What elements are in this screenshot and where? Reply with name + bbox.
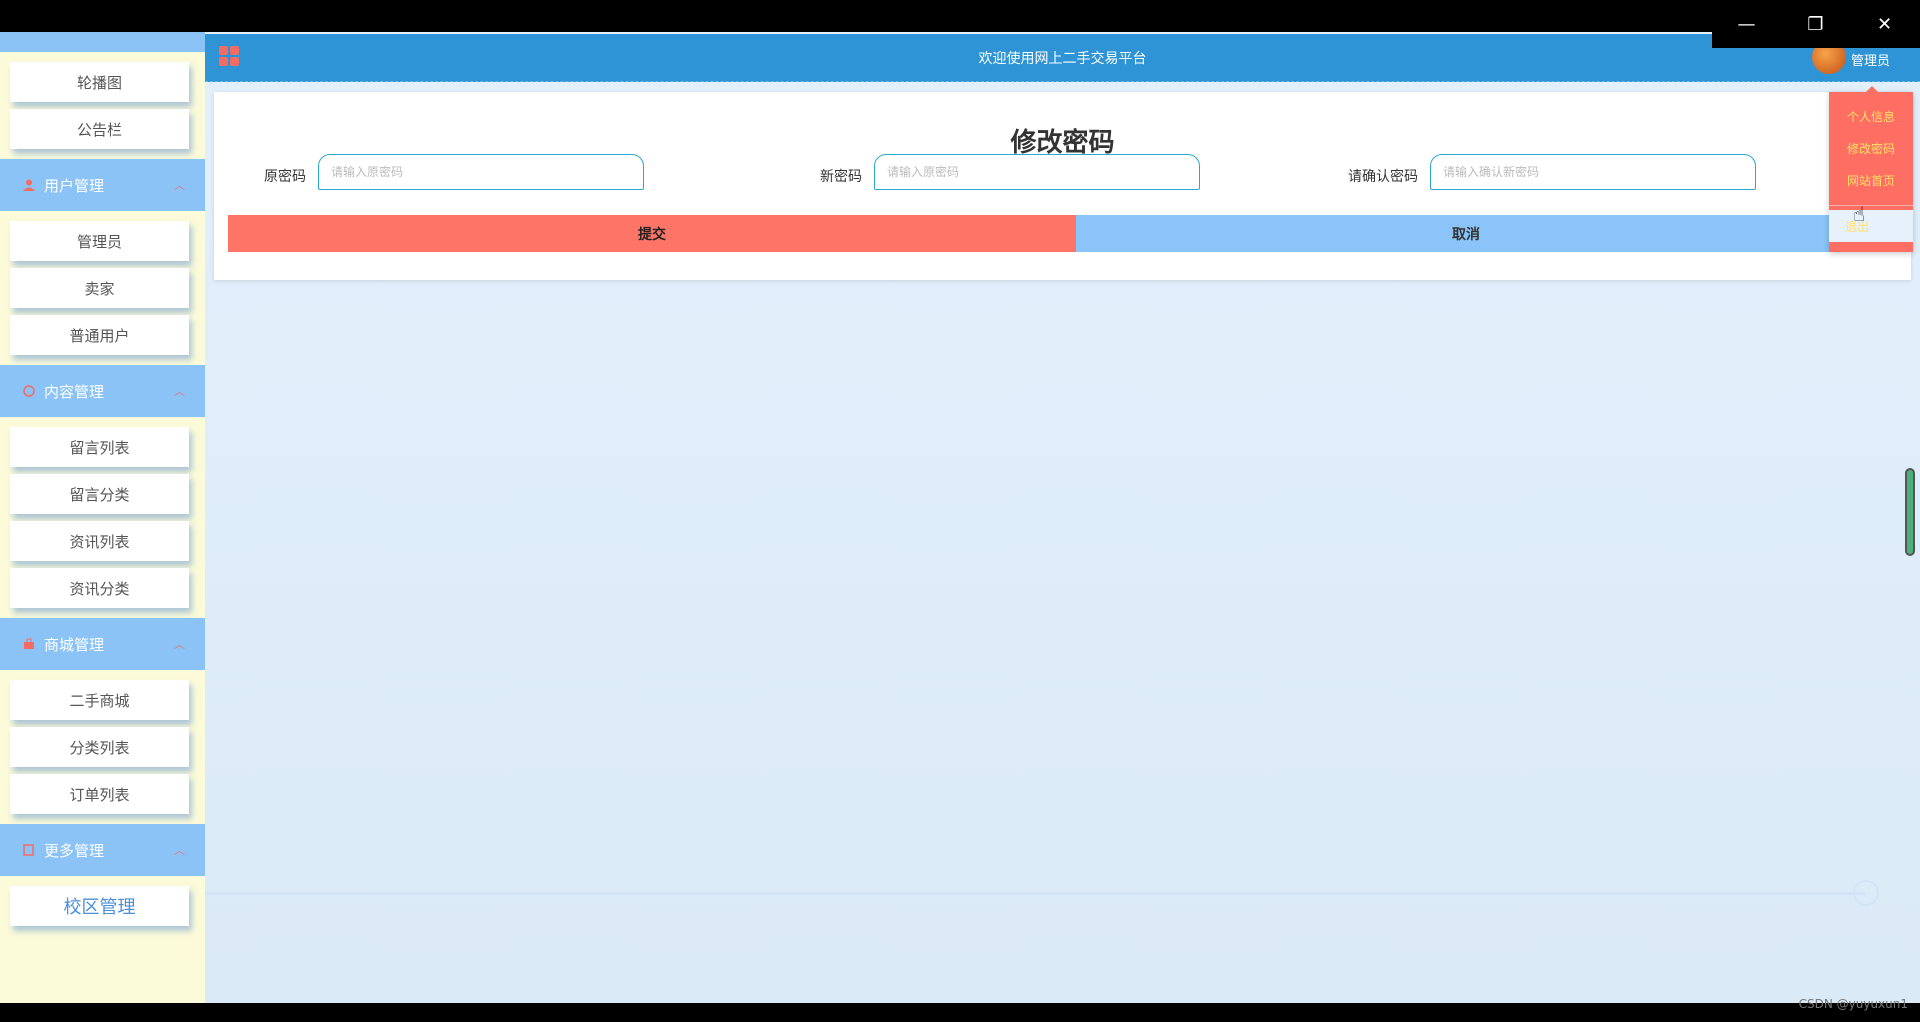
user-name[interactable]: 管理员 — [1851, 50, 1890, 69]
sidebar-item-news-list[interactable]: 资讯列表 — [10, 521, 189, 561]
sidebar-group-shop[interactable]: 商城管理 ︿ — [0, 618, 205, 670]
sidebar-item-campus[interactable]: 校区管理 — [10, 886, 189, 926]
sidebar-item-order-list[interactable]: 订单列表 — [10, 774, 189, 814]
sidebar-item-category-list[interactable]: 分类列表 — [10, 727, 189, 767]
shop-icon — [22, 637, 36, 651]
watermark: CSDN @yuyuxun1 — [1798, 997, 1908, 1011]
minimize-icon[interactable]: — — [1712, 0, 1781, 48]
sidebar-group-cut — [0, 32, 205, 52]
new-password-label: 新密码 — [820, 169, 862, 185]
more-icon — [22, 843, 36, 857]
window-controls: — ❐ ✕ — [1712, 0, 1920, 48]
chevron-up-icon: ︿ — [174, 385, 185, 398]
old-password-input[interactable] — [318, 154, 644, 190]
menu-item-change-password[interactable]: 修改密码 — [1829, 140, 1913, 157]
bottom-divider-line — [205, 892, 1865, 895]
confirm-password-label: 请确认密码 — [1348, 169, 1418, 185]
header-title: 欢迎使用网上二手交易平台 — [978, 51, 1147, 67]
sidebar-group-label: 内容管理 — [44, 382, 105, 401]
sidebar-group-label: 用户管理 — [44, 176, 105, 195]
sidebar-item-normal-user[interactable]: 普通用户 — [10, 315, 189, 355]
sidebar-top-items: 轮播图 公告栏 — [0, 52, 205, 159]
window-titlebar — [0, 0, 1920, 32]
menu-item-site-home[interactable]: 网站首页 — [1829, 172, 1913, 189]
menu-divider — [1829, 205, 1913, 206]
chevron-up-icon: ︿ — [174, 638, 185, 651]
app: 轮播图 公告栏 用户管理 ︿ 管理员 卖家 普通用户 内容管理 ︿ 留言列表 留… — [0, 32, 1920, 1003]
sidebar-content-items: 留言列表 留言分类 资讯列表 资讯分类 — [0, 417, 205, 618]
menu-item-profile[interactable]: 个人信息 — [1829, 108, 1913, 125]
window-bottombar — [0, 1003, 1920, 1022]
sidebar-group-more[interactable]: 更多管理 ︿ — [0, 824, 205, 876]
sidebar-more-items: 校区管理 — [0, 876, 205, 936]
scroll-top-circle-icon[interactable] — [1853, 880, 1879, 906]
close-icon[interactable]: ✕ — [1850, 0, 1919, 48]
sidebar-item-carousel[interactable]: 轮播图 — [10, 62, 189, 102]
sidebar-users-items: 管理员 卖家 普通用户 — [0, 211, 205, 365]
sidebar-item-notice[interactable]: 公告栏 — [10, 109, 189, 149]
user-icon — [22, 178, 36, 192]
sidebar-item-news-category[interactable]: 资讯分类 — [10, 568, 189, 608]
sidebar-group-content[interactable]: 内容管理 ︿ — [0, 365, 205, 417]
user-dropdown-menu: 个人信息 修改密码 网站首页 退出 — [1829, 86, 1913, 252]
sidebar-group-users[interactable]: 用户管理 ︿ — [0, 159, 205, 211]
chevron-up-icon: ︿ — [174, 179, 185, 192]
top-header: 欢迎使用网上二手交易平台 管理员 — [205, 34, 1920, 82]
sidebar-item-message-list[interactable]: 留言列表 — [10, 427, 189, 467]
content-icon — [22, 384, 36, 398]
vertical-scrollbar[interactable] — [1905, 468, 1915, 556]
sidebar-shop-items: 二手商城 分类列表 订单列表 — [0, 670, 205, 824]
new-password-input[interactable] — [874, 154, 1200, 190]
cancel-button[interactable]: 取消 — [1076, 215, 1856, 252]
chevron-up-icon: ︿ — [174, 844, 185, 857]
sidebar-item-seller[interactable]: 卖家 — [10, 268, 189, 308]
old-password-label: 原密码 — [264, 169, 306, 185]
sidebar-item-admin[interactable]: 管理员 — [10, 221, 189, 261]
sidebar-item-message-category[interactable]: 留言分类 — [10, 474, 189, 514]
submit-button[interactable]: 提交 — [228, 215, 1076, 252]
sidebar: 轮播图 公告栏 用户管理 ︿ 管理员 卖家 普通用户 内容管理 ︿ 留言列表 留… — [0, 32, 205, 1003]
confirm-password-input[interactable] — [1430, 154, 1756, 190]
hand-pointer-icon: ☝ — [1853, 202, 1866, 226]
sidebar-group-label: 商城管理 — [44, 635, 105, 654]
restore-icon[interactable]: ❐ — [1781, 0, 1850, 48]
sidebar-group-label: 更多管理 — [44, 841, 105, 860]
change-password-card: 修改密码 原密码 新密码 请确认密码 提交 取消 — [214, 92, 1911, 280]
sidebar-item-second-hand-shop[interactable]: 二手商城 — [10, 680, 189, 720]
